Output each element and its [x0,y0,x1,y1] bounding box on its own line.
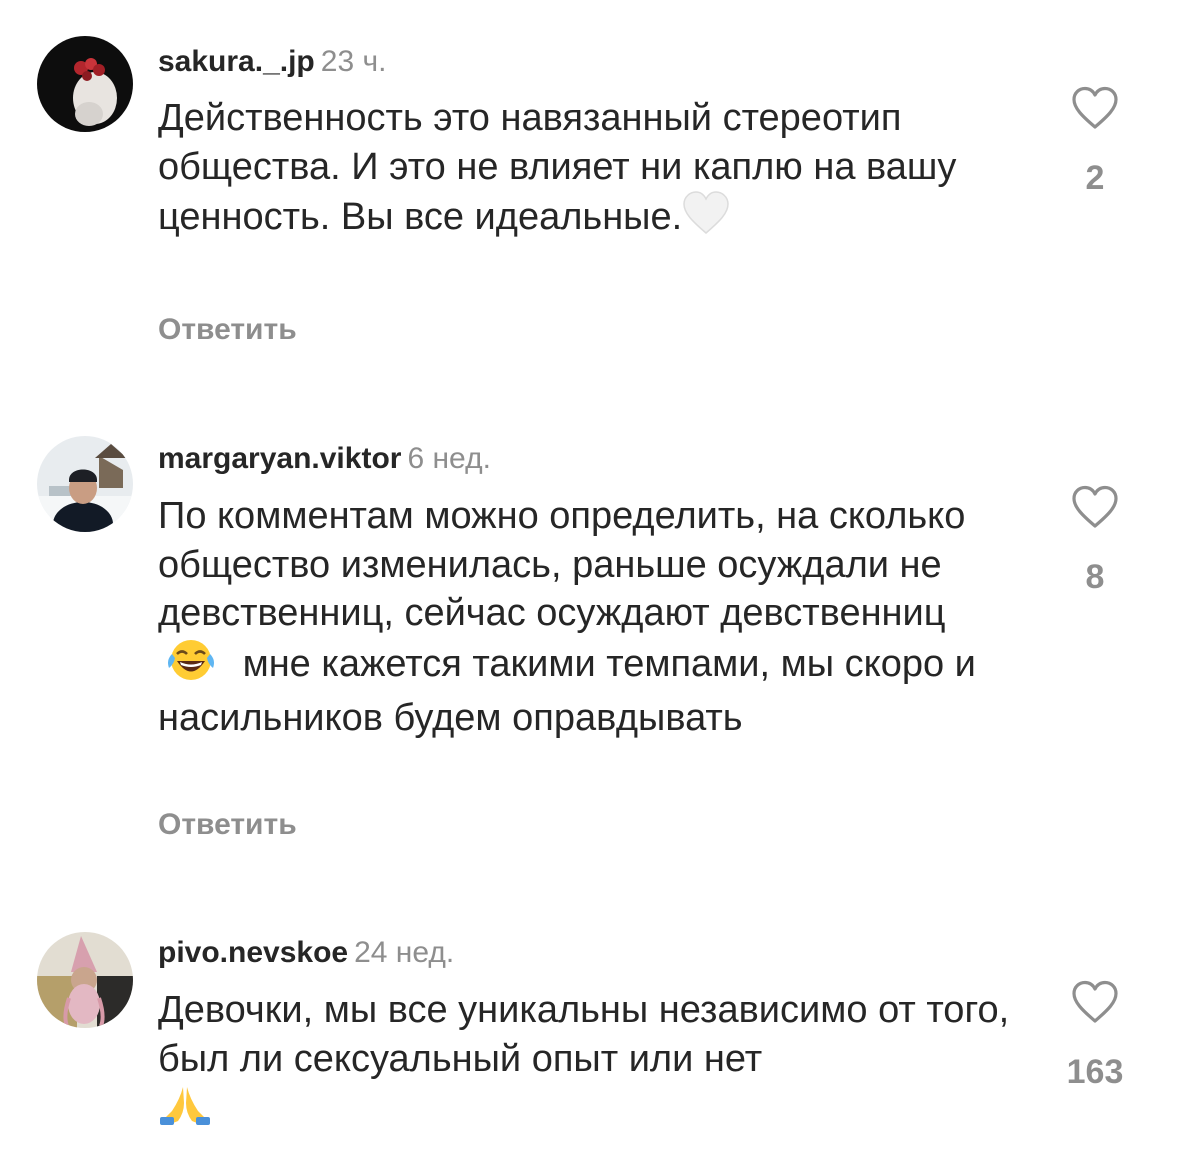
like-control: 2 [1050,86,1140,198]
comment-meta: pivo.nevskoe 24 нед. [158,935,454,971]
username[interactable]: pivo.nevskoe [158,936,348,969]
heart-icon[interactable] [1071,980,1119,1028]
avatar[interactable] [37,932,133,1028]
like-control: 8 [1050,485,1140,597]
reply-button[interactable]: Ответить [158,312,297,348]
heart-icon[interactable] [1071,86,1119,134]
like-count: 163 [1066,1053,1124,1091]
timestamp[interactable]: 24 нед. [354,936,454,969]
comment-text: По комментам можно определить, на скольк… [158,492,1028,743]
heart-icon[interactable] [1071,485,1119,533]
like-count: 8 [1085,558,1105,596]
username[interactable]: margaryan.viktor [158,442,401,475]
comment-text-body: Девочки, мы все уникальны независимо от … [158,989,1010,1080]
white-heart-icon [682,191,730,248]
like-count: 2 [1085,159,1105,197]
avatar[interactable] [37,436,133,532]
timestamp[interactable]: 23 ч. [321,45,387,78]
avatar[interactable] [37,36,133,132]
face-with-tears-of-joy-icon [166,638,216,695]
timestamp[interactable]: 6 нед. [407,442,490,475]
comment-text-body: По комментам можно определить, на скольк… [158,495,966,634]
comment-meta: margaryan.viktor 6 нед. [158,441,491,477]
username[interactable]: sakura._.jp [158,45,315,78]
comment-text: Действенность это навязанный стереотип о… [158,94,1028,248]
comment-text-body: мне кажется такими темпами, мы скоро и н… [158,642,976,740]
comment-meta: sakura._.jp 23 ч. [158,44,386,80]
comment-text: Девочки, мы все уникальны независимо от … [158,986,1028,1140]
folded-hands-icon [158,1083,212,1140]
reply-button[interactable]: Ответить [158,807,297,843]
comment-text-body: Действенность это навязанный стереотип о… [158,97,957,238]
like-control: 163 [1050,980,1140,1092]
